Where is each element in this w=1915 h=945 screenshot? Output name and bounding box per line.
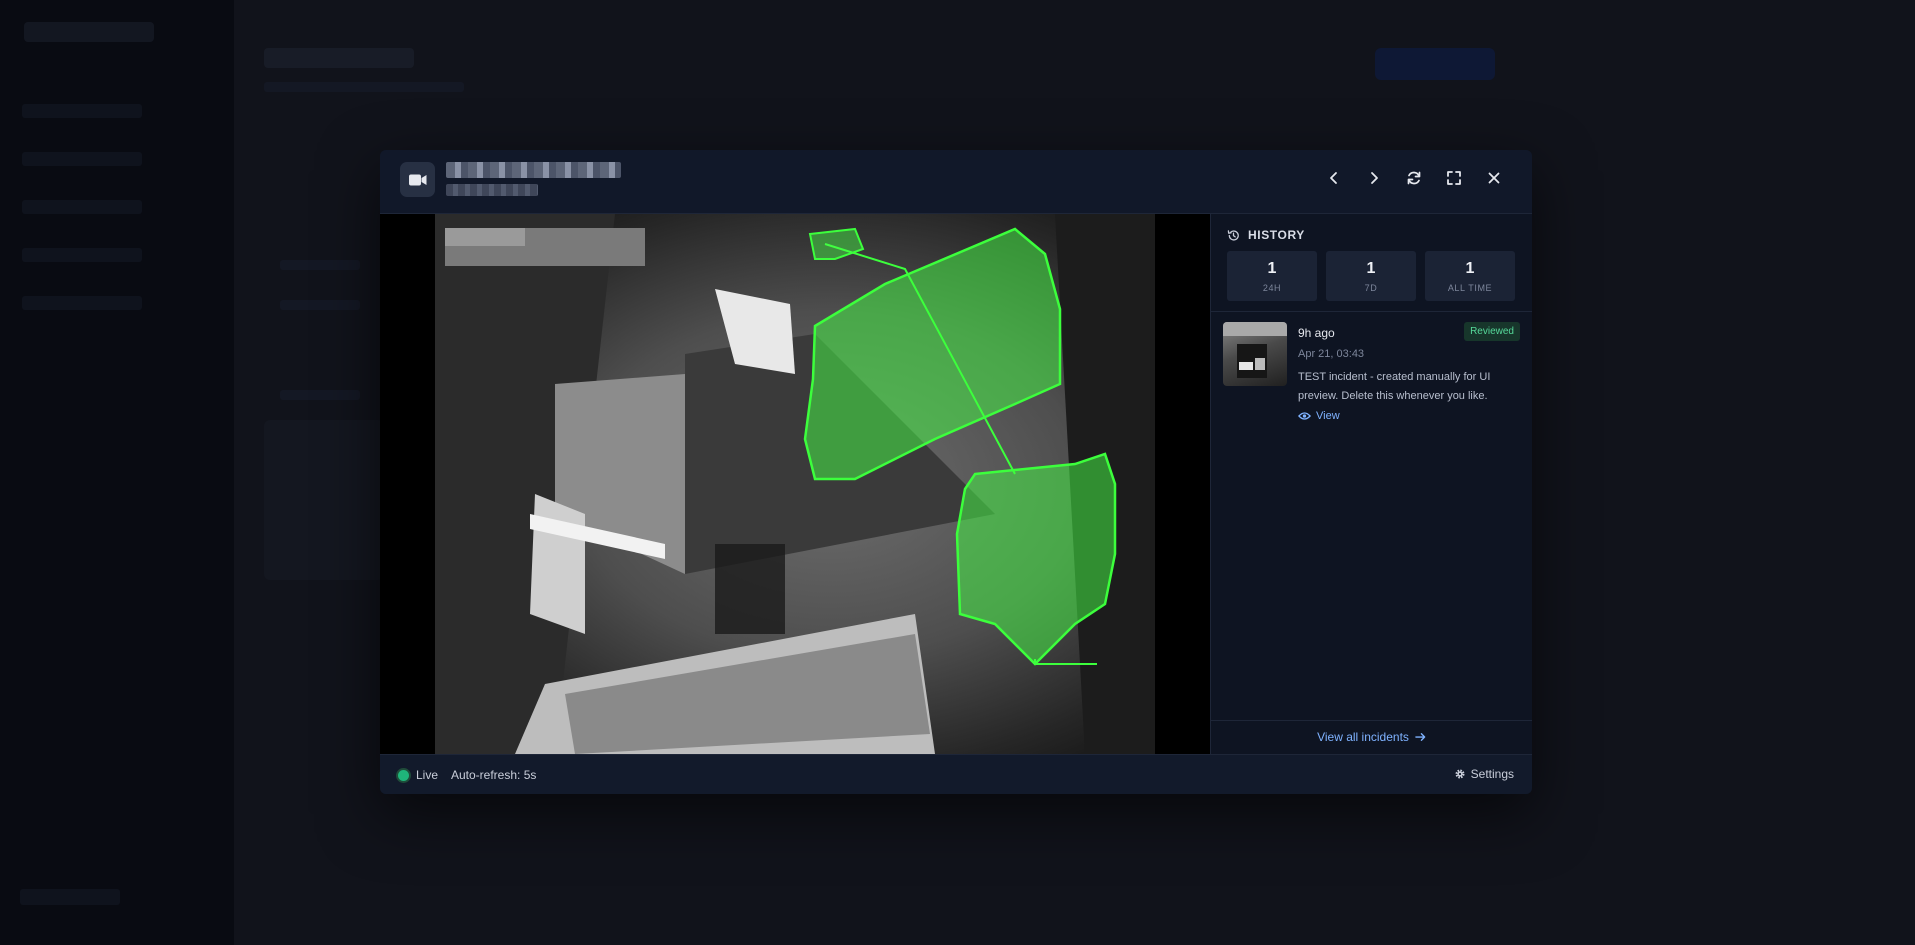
modal-footer: Live Auto-refresh: 5s Settings [380, 754, 1532, 794]
detection-small [808, 227, 865, 260]
close-button[interactable] [1480, 164, 1508, 192]
gear-icon [1455, 769, 1465, 779]
camera-modal: ████ ██████ ███ ██████ [380, 150, 1532, 794]
live-indicator [398, 770, 409, 781]
history-header: HISTORY [1227, 228, 1305, 242]
incident-time-ago: 9h ago [1298, 326, 1335, 340]
incident-thumbnail[interactable] [1223, 322, 1287, 386]
chevron-left-icon [1330, 172, 1337, 184]
camera-title: ████ ██████ ███ [446, 162, 621, 178]
divider [1211, 311, 1532, 312]
chevron-right-icon [1371, 172, 1378, 184]
stat-value: 1 [1267, 259, 1277, 277]
auto-refresh-label: Auto-refresh: 5s [451, 768, 537, 782]
history-panel: HISTORY 1 24H 1 7D 1 ALL TIME 9h ago Rev… [1210, 214, 1532, 754]
incident-date: Apr 21, 03:43 [1298, 348, 1365, 360]
video-feed[interactable] [380, 214, 1210, 754]
stat-label: ALL TIME [1447, 282, 1493, 293]
stat-value: 1 [1366, 259, 1376, 277]
refresh-button[interactable] [1400, 164, 1428, 192]
stat-24h[interactable]: 1 24H [1227, 251, 1317, 301]
view-all-label: View all incidents [1317, 730, 1409, 744]
settings-label: Settings [1470, 767, 1514, 781]
incident-description: TEST incident - created manually for UI … [1298, 371, 1491, 402]
stat-7d[interactable]: 1 7D [1326, 251, 1416, 301]
history-icon [1227, 229, 1239, 241]
stat-value: 1 [1465, 259, 1475, 277]
arrow-right-icon [1415, 733, 1426, 741]
history-stats: 1 24H 1 7D 1 ALL TIME [1227, 251, 1515, 301]
eye-icon [1298, 412, 1311, 420]
status-badge: Reviewed [1464, 322, 1520, 341]
detection-bed [803, 227, 1062, 481]
video-camera-icon [400, 162, 435, 197]
history-title: HISTORY [1248, 228, 1305, 242]
view-label: View [1316, 410, 1340, 422]
camera-subtitle: ██████ [446, 184, 538, 196]
settings-button[interactable]: Settings [1454, 767, 1514, 781]
close-icon [1488, 172, 1500, 184]
live-label: Live [416, 768, 439, 782]
refresh-icon [1407, 171, 1421, 185]
camera-scene [435, 214, 1155, 754]
view-all-incidents-link[interactable]: View all incidents [1211, 730, 1532, 744]
next-camera-button[interactable] [1360, 164, 1388, 192]
fullscreen-button[interactable] [1440, 164, 1468, 192]
camera-image [435, 214, 1155, 754]
view-incident-link[interactable]: View [1298, 410, 1340, 422]
stat-label: 24H [1262, 282, 1282, 293]
header-actions [1320, 164, 1508, 192]
stat-all-time[interactable]: 1 ALL TIME [1425, 251, 1515, 301]
divider [1211, 720, 1532, 721]
fullscreen-icon [1447, 171, 1461, 185]
previous-camera-button[interactable] [1320, 164, 1348, 192]
modal-header: ████ ██████ ███ ██████ [380, 150, 1532, 214]
stat-label: 7D [1364, 282, 1378, 293]
